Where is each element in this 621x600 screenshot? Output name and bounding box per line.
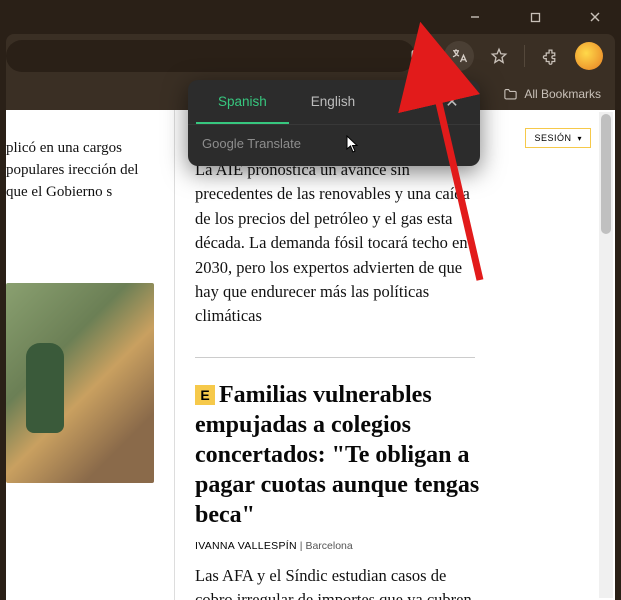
article2-byline: IVANNA VALLESPÍN | Barcelona <box>195 540 615 552</box>
page-content: plicó en una cargos populares irección d… <box>6 110 615 600</box>
all-bookmarks-button[interactable]: All Bookmarks <box>503 87 601 102</box>
article2-headline-text: Familias vulnerables empujadas a colegio… <box>195 382 479 528</box>
translate-footer-label: Google Translate <box>188 124 480 162</box>
scrollbar-thumb[interactable] <box>601 114 611 234</box>
browser-toolbar <box>6 34 615 78</box>
extensions-icon[interactable] <box>535 41 565 71</box>
chevron-down-icon: ▾ <box>577 134 582 143</box>
translate-close-button[interactable]: ✕ <box>438 88 466 116</box>
window-close-button[interactable] <box>575 3 615 31</box>
address-bar[interactable] <box>6 40 415 72</box>
session-button[interactable]: SESIÓN ▾ <box>525 128 591 148</box>
article2-author: IVANNA VALLESPÍN <box>195 540 297 552</box>
star-icon[interactable] <box>484 41 514 71</box>
cast-icon[interactable] <box>404 41 434 71</box>
left-column: plicó en una cargos populares irección d… <box>6 110 166 600</box>
translate-tab-source[interactable]: Spanish <box>196 80 289 124</box>
close-icon: ✕ <box>445 92 458 112</box>
folder-icon <box>503 87 518 102</box>
article-photo[interactable] <box>6 283 154 483</box>
sidebar-article-snippet: plicó en una cargos populares irección d… <box>6 138 154 203</box>
translate-icon[interactable] <box>444 41 474 71</box>
premium-badge: E <box>195 385 215 405</box>
article2-body: Las AFA y el Síndic estudian casos de co… <box>195 564 480 600</box>
window-titlebar <box>0 0 621 34</box>
article-divider <box>195 357 475 358</box>
session-button-label: SESIÓN <box>534 133 571 143</box>
translate-menu-button[interactable]: ⋮ <box>400 88 428 116</box>
translate-tab-target[interactable]: English <box>289 80 377 124</box>
article2-headline[interactable]: EFamilias vulnerables empujadas a colegi… <box>195 380 485 530</box>
vertical-scrollbar[interactable] <box>599 112 613 598</box>
main-column: SESIÓN ▾ La AIE pronostica un avance sin… <box>174 110 615 600</box>
translate-popup: Spanish English ⋮ ✕ Google Translate <box>188 80 480 166</box>
article1-body: La AIE pronostica un avance sin preceden… <box>195 158 475 329</box>
article2-location: Barcelona <box>305 540 352 552</box>
kebab-icon: ⋮ <box>406 92 422 112</box>
window-minimize-button[interactable] <box>455 3 495 31</box>
all-bookmarks-label: All Bookmarks <box>524 87 601 101</box>
window-maximize-button[interactable] <box>515 3 555 31</box>
profile-avatar[interactable] <box>575 42 603 70</box>
